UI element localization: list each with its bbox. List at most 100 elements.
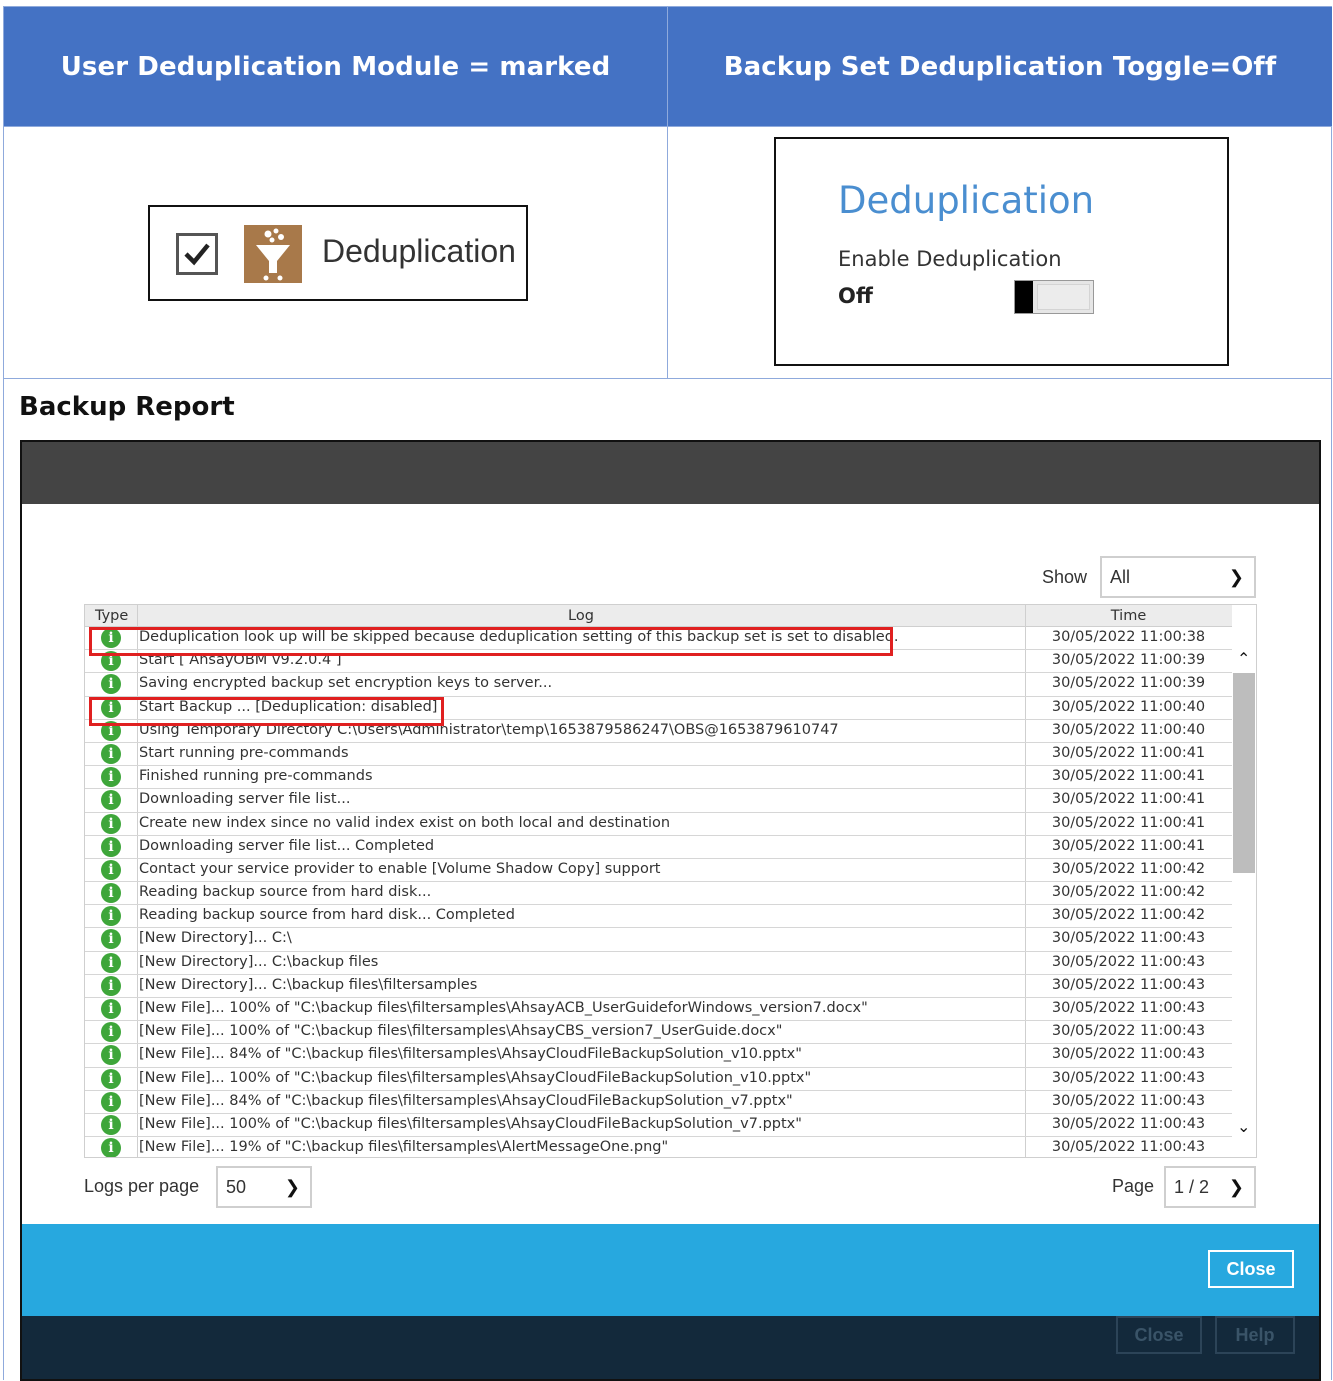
row-time: 30/05/2022 11:00:43 (1051, 1000, 1206, 1016)
column-header-log[interactable]: Log (137, 608, 1025, 624)
module-label: Deduplication (322, 233, 516, 269)
table-row[interactable]: i Finished running pre-commands 30/05/2022… (85, 766, 1232, 790)
row-time: 30/05/2022 11:00:43 (1051, 953, 1206, 970)
deduplication-funnel-icon (244, 225, 302, 283)
checkmark-icon (184, 243, 210, 266)
toggle-state-label: Off (838, 284, 873, 308)
logs-per-page-select[interactable]: 50 ❯ (216, 1166, 312, 1208)
table-row[interactable]: i Create new index since no valid index e… (85, 813, 1232, 836)
row-divider (4, 378, 1332, 379)
info-icon: i (101, 859, 121, 880)
highlight-box (89, 627, 893, 656)
table-row[interactable]: i Reading backup source from hard disk...… (85, 882, 1232, 906)
row-time: 30/05/2022 11:00:40 (1051, 721, 1206, 738)
row-time: 30/05/2022 11:00:41 (1051, 768, 1206, 785)
row-time: 30/05/2022 11:00:43 (1051, 1092, 1206, 1109)
info-icon: i (101, 813, 121, 834)
page-label: Page (1112, 1176, 1155, 1196)
row-time: 30/05/2022 11:00:39 (1051, 652, 1206, 669)
row-time: 30/05/2022 11:00:43 (1051, 1115, 1206, 1132)
scroll-down-icon[interactable]: ⌄ (1237, 1117, 1250, 1137)
row-log-text: [New File]... 100% of "C:\backup files\f… (139, 1115, 802, 1132)
row-time: 30/05/2022 11:00:43 (1051, 1023, 1206, 1040)
row-log-text: [New File]... 100% of "C:\backup files\f… (139, 1069, 812, 1086)
row-log-text: [New File]... 100% of "C:\backup files\f… (139, 1000, 868, 1016)
enable-deduplication-label: Enable Deduplication (838, 247, 1062, 271)
module-checkbox[interactable] (176, 233, 218, 275)
row-log-text: Start running pre-commands (139, 744, 349, 761)
info-icon: i (101, 906, 121, 927)
row-log-text: Downloading server file list... Complete… (139, 837, 435, 854)
panel-title: Deduplication (838, 179, 1095, 222)
row-time: 30/05/2022 11:00:43 (1051, 1139, 1206, 1156)
table-row[interactable]: i Saving encrypted backup set encryption … (85, 673, 1232, 697)
info-icon: i (101, 999, 121, 1019)
log-table: Type Log Time i Deduplication look up wil… (84, 604, 1257, 1158)
close-button[interactable]: Close (1208, 1250, 1294, 1288)
show-filter-select[interactable]: All ❯ (1100, 556, 1256, 598)
table-row[interactable]: i [New Directory]... C:\backup files 30/05… (85, 952, 1232, 975)
row-log-text: Finished running pre-commands (139, 768, 373, 785)
scroll-up-icon[interactable]: ⌃ (1237, 649, 1250, 669)
row-log-text: [New File]... 84% of "C:\backup files\fi… (139, 1046, 802, 1063)
table-row[interactable]: i [New File]... 100% of "C:\backup files\… (85, 998, 1232, 1022)
row-log-text: Reading backup source from hard disk... (139, 884, 432, 901)
table-scrollbar[interactable]: ⌃ ⌄ (1232, 605, 1256, 1157)
info-icon: i (101, 1114, 121, 1135)
row-time: 30/05/2022 11:00:39 (1051, 675, 1206, 692)
logs-per-page-label: Logs per page (84, 1176, 200, 1196)
column-header-type[interactable]: Type (95, 608, 128, 624)
table-row[interactable]: i Start running pre-commands 30/05/2022 11… (85, 743, 1232, 767)
table-row[interactable]: i [New Directory]... C:\ 30/05/2022 11:00:… (85, 928, 1232, 952)
deduplication-toggle-switch[interactable] (1014, 280, 1094, 314)
toggle-track (1037, 284, 1090, 310)
row-time: 30/05/2022 11:00:38 (1051, 629, 1206, 645)
table-row[interactable]: i [New File]... 100% of "C:\backup files\… (85, 1114, 1232, 1138)
table-row[interactable]: i Reading backup source from hard disk...… (85, 905, 1232, 929)
scroll-thumb[interactable] (1233, 673, 1255, 873)
row-time: 30/05/2022 11:00:42 (1051, 907, 1206, 924)
table-row[interactable]: i [New File]... 100% of "C:\backup files\… (85, 1068, 1232, 1091)
info-icon: i (101, 883, 121, 904)
row-log-text: [New File]... 19% of "C:\backup files\fi… (139, 1139, 669, 1156)
row-time: 30/05/2022 11:00:42 (1051, 884, 1206, 901)
deduplication-toggle-panel: Deduplication Enable Deduplication Off (774, 137, 1229, 366)
header-user-module: User Deduplication Module = marked (4, 7, 667, 126)
info-icon: i (101, 836, 121, 857)
table-row[interactable]: i Contact your service provider to enable… (85, 859, 1232, 883)
table-row[interactable]: i Downloading server file list... Complet… (85, 836, 1232, 859)
row-time: 30/05/2022 11:00:41 (1051, 837, 1206, 854)
backup-report-window: Show All ❯ Type Log Time i Deduplication … (20, 440, 1321, 1381)
row-time: 30/05/2022 11:00:40 (1051, 698, 1206, 715)
page-select[interactable]: 1 / 2 ❯ (1164, 1166, 1256, 1208)
info-icon: i (101, 929, 121, 950)
row-log-text: [New Directory]... C:\backup files\filte… (139, 976, 478, 993)
window-title-bar (22, 442, 1319, 504)
table-row[interactable]: i [New File]... 100% of "C:\backup files\… (85, 1021, 1232, 1045)
row-log-text: Saving encrypted backup set encryption k… (139, 675, 553, 692)
column-header-time[interactable]: Time (1025, 608, 1232, 624)
table-row[interactable]: i [New File]... 19% of "C:\backup files\f… (85, 1137, 1232, 1157)
table-row[interactable]: i [New File]... 84% of "C:\backup files\f… (85, 1044, 1232, 1068)
row-time: 30/05/2022 11:00:41 (1051, 791, 1206, 808)
info-icon: i (101, 674, 121, 695)
background-close-button: Close (1116, 1316, 1202, 1354)
header-backup-set-toggle: Backup Set Deduplication Toggle=Off (668, 7, 1332, 126)
row-time: 30/05/2022 11:00:43 (1051, 1046, 1206, 1063)
row-log-text: Reading backup source from hard disk... … (139, 907, 515, 924)
info-icon: i (101, 1022, 121, 1043)
table-row[interactable]: i [New File]... 84% of "C:\backup files\f… (85, 1091, 1232, 1114)
background-footer: Close Help (22, 1316, 1319, 1379)
info-icon: i (101, 1091, 121, 1112)
table-row[interactable]: i Downloading server file list... 30/05/20… (85, 789, 1232, 813)
info-icon: i (101, 1138, 121, 1157)
row-log-text: [New File]... 84% of "C:\backup files\fi… (139, 1092, 793, 1109)
row-time: 30/05/2022 11:00:43 (1051, 930, 1206, 947)
row-time: 30/05/2022 11:00:43 (1051, 976, 1206, 993)
column-divider (667, 7, 668, 378)
table-header: Type Log Time (85, 605, 1232, 627)
table-row[interactable]: i [New Directory]... C:\backup files\filt… (85, 975, 1232, 998)
row-time: 30/05/2022 11:00:43 (1051, 1069, 1206, 1086)
row-log-text: [New Directory]... C:\ (139, 930, 292, 947)
comparison-table: User Deduplication Module = marked Backu… (3, 6, 1332, 1381)
